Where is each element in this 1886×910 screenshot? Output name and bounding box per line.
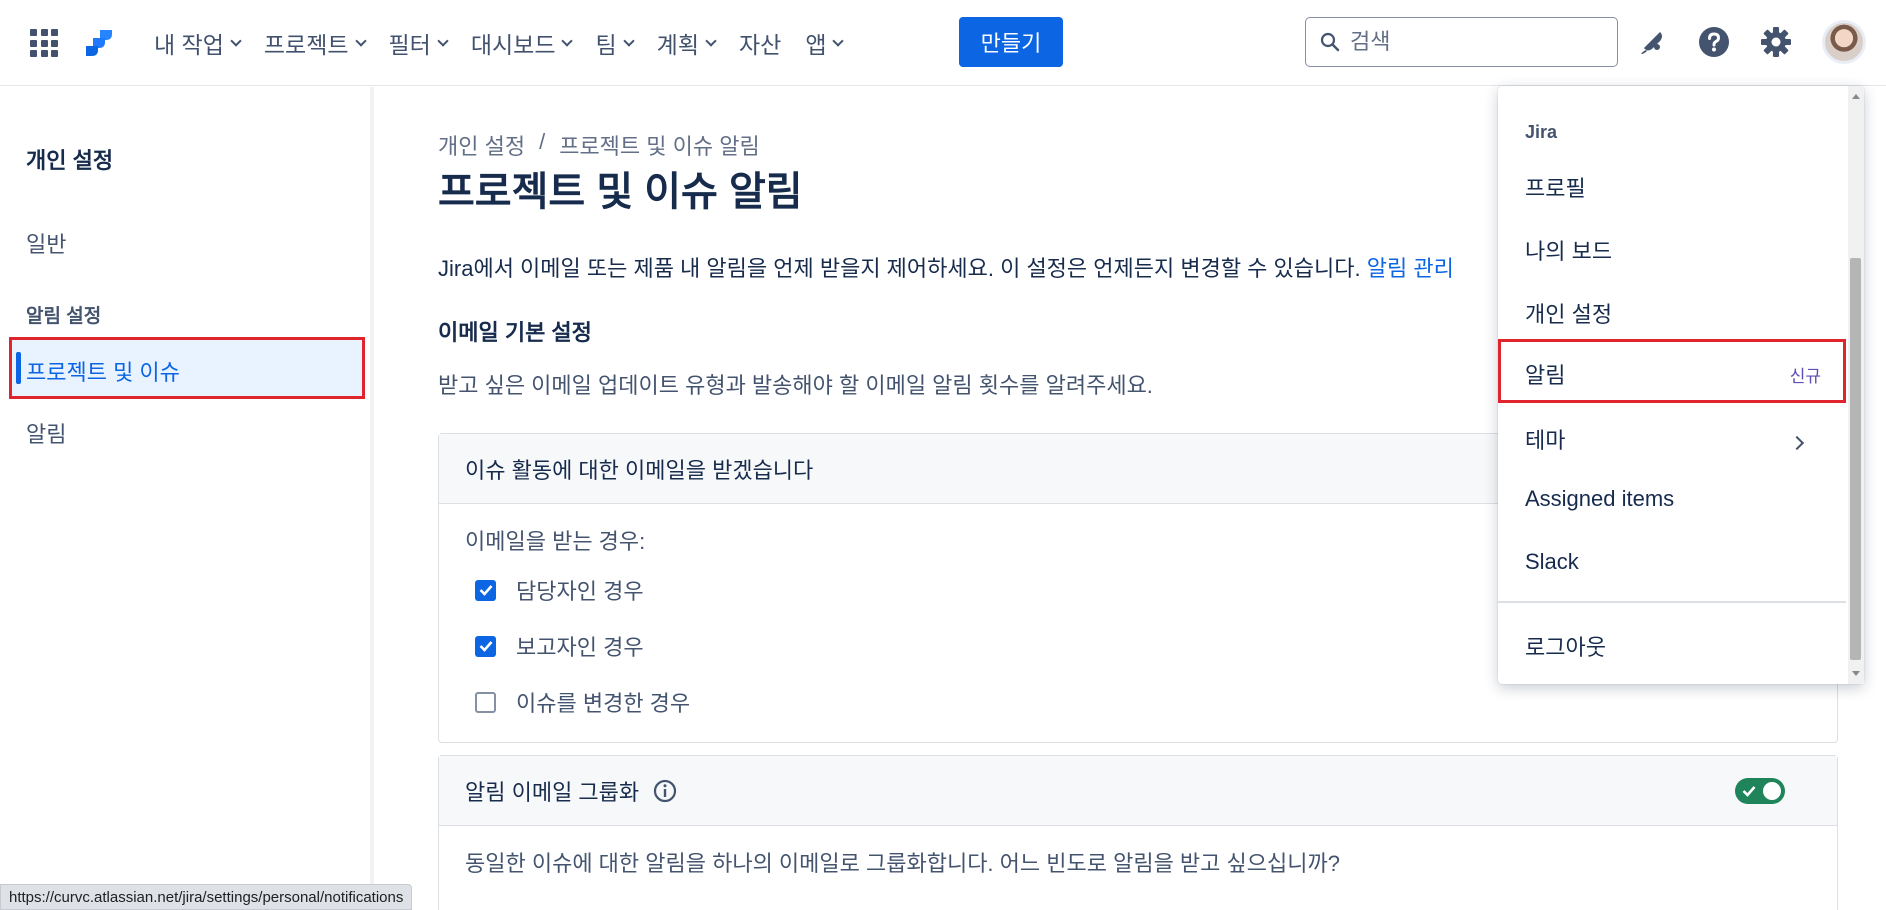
sidebar-item-projects-issues[interactable]: 프로젝트 및 이슈 xyxy=(9,337,365,399)
menu-scrollbar[interactable] xyxy=(1848,86,1864,684)
nav-my-work[interactable]: 내 작업 xyxy=(154,26,242,60)
menu-item-personal-settings[interactable]: 개인 설정 xyxy=(1525,297,1612,329)
nav-dashboards[interactable]: 대시보드 xyxy=(471,26,574,60)
jira-logo[interactable] xyxy=(84,28,116,60)
chevron-down-icon xyxy=(437,34,449,47)
page-title: 프로젝트 및 이슈 알림 xyxy=(438,170,803,214)
scroll-down-arrow-icon[interactable] xyxy=(1852,671,1860,676)
chevron-down-icon xyxy=(705,34,717,47)
menu-item-label: 알림 xyxy=(1525,363,1566,388)
top-navigation-bar: 내 작업 프로젝트 필터 대시보드 팀 계획 자산 앱 만들기 xyxy=(0,0,1886,86)
nav-filters[interactable]: 필터 xyxy=(389,26,449,60)
search-icon xyxy=(1320,32,1340,52)
toggle-knob xyxy=(1763,782,1781,800)
status-bar-url: https://curvc.atlassian.net/jira/setting… xyxy=(0,884,413,910)
nav-projects[interactable]: 프로젝트 xyxy=(264,26,367,60)
email-preferences-description: 받고 싶은 이메일 업데이트 유형과 발송해야 할 이메일 알림 횟수를 알려주… xyxy=(438,373,1153,398)
active-indicator xyxy=(16,352,21,384)
email-preferences-heading: 이메일 기본 설정 xyxy=(438,320,592,345)
panel-title: 알림 이메일 그룹화 xyxy=(465,779,640,805)
breadcrumb-current[interactable]: 프로젝트 및 이슈 알림 xyxy=(559,129,760,161)
checkbox-unchecked[interactable] xyxy=(475,691,496,713)
menu-item-notifications[interactable]: 알림 신규 xyxy=(1498,339,1846,403)
chevron-down-icon xyxy=(354,34,367,47)
grouping-description: 동일한 이슈에 대한 알림을 하나의 이메일로 그룹화합니다. 어느 빈도로 알… xyxy=(465,851,1340,876)
sidebar-title: 개인 설정 xyxy=(26,148,114,173)
menu-item-assigned-items[interactable]: Assigned items xyxy=(1525,486,1674,512)
scroll-up-arrow-icon[interactable] xyxy=(1852,94,1860,99)
new-badge: 신규 xyxy=(1789,367,1821,386)
notifications-icon[interactable] xyxy=(1634,24,1670,60)
sidebar-item-general[interactable]: 일반 xyxy=(26,227,66,259)
grouping-toggle[interactable] xyxy=(1735,778,1785,804)
menu-item-theme[interactable]: 테마 xyxy=(1525,423,1565,455)
settings-icon[interactable] xyxy=(1758,24,1794,60)
menu-divider xyxy=(1498,601,1846,603)
nav-apps[interactable]: 앱 xyxy=(805,26,845,60)
email-grouping-panel: 알림 이메일 그룹화 동일한 이슈에 대한 알림을 하나의 이메일로 그룹화합니… xyxy=(438,755,1838,910)
menu-item-logout[interactable]: 로그아웃 xyxy=(1525,630,1606,662)
scroll-thumb[interactable] xyxy=(1850,258,1861,660)
intro-text: Jira에서 이메일 또는 제품 내 알림을 언제 받을지 제어하세요. 이 설… xyxy=(438,256,1454,281)
nav-teams[interactable]: 팀 xyxy=(595,26,635,60)
check-icon xyxy=(1742,786,1756,797)
main-nav: 내 작업 프로젝트 필터 대시보드 팀 계획 자산 앱 xyxy=(142,0,854,86)
create-button[interactable]: 만들기 xyxy=(959,17,1063,67)
chevron-down-icon xyxy=(230,34,242,47)
checkbox-checked[interactable] xyxy=(475,579,496,601)
panel-header: 알림 이메일 그룹화 xyxy=(439,756,1837,826)
apps-grid-icon[interactable] xyxy=(30,29,58,57)
sidebar-section-notifications: 알림 설정 xyxy=(26,306,102,327)
search-box[interactable] xyxy=(1305,17,1618,67)
breadcrumb-personal-settings[interactable]: 개인 설정 xyxy=(438,129,525,161)
sidebar-item-notifications[interactable]: 알림 xyxy=(26,417,66,449)
menu-item-profile[interactable]: 프로필 xyxy=(1525,171,1586,203)
chevron-right-icon xyxy=(1789,435,1805,451)
manage-notifications-link[interactable]: 알림 관리 xyxy=(1367,256,1454,281)
settings-sidebar: 개인 설정 일반 알림 설정 프로젝트 및 이슈 알림 xyxy=(0,87,374,910)
chevron-down-icon xyxy=(622,34,635,47)
nav-assets[interactable]: 자산 xyxy=(739,26,781,60)
profile-menu: Jira 프로필 나의 보드 개인 설정 알림 신규 테마 Assigned i… xyxy=(1498,86,1864,684)
nav-plans[interactable]: 계획 xyxy=(657,26,717,60)
menu-item-slack[interactable]: Slack xyxy=(1525,549,1579,575)
checkbox-checked[interactable] xyxy=(475,635,496,657)
avatar[interactable] xyxy=(1822,20,1866,64)
chevron-down-icon xyxy=(832,34,845,47)
info-icon[interactable] xyxy=(653,779,677,803)
menu-item-my-boards[interactable]: 나의 보드 xyxy=(1525,234,1612,266)
chevron-down-icon xyxy=(561,34,574,47)
search-input[interactable] xyxy=(1350,29,1590,55)
breadcrumb-separator: / xyxy=(539,129,546,154)
sidebar-item-label: 프로젝트 및 이슈 xyxy=(26,360,180,385)
help-icon[interactable] xyxy=(1696,24,1732,60)
breadcrumb: 개인 설정 / 프로젝트 및 이슈 알림 xyxy=(438,129,760,161)
menu-section-jira: Jira xyxy=(1525,122,1558,142)
